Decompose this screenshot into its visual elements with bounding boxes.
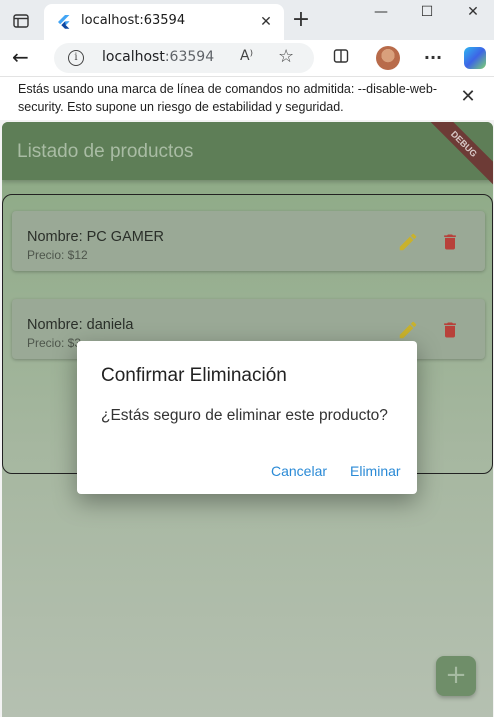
site-info-icon[interactable]: i: [68, 50, 84, 66]
product-price: Precio: $3: [27, 336, 82, 350]
minimize-button[interactable]: —: [366, 4, 396, 24]
tab-actions-icon: [13, 14, 29, 28]
warning-text: Estás usando una marca de línea de coman…: [18, 82, 437, 114]
flutter-favicon-icon: [58, 15, 70, 29]
product-name: Nombre: daniela: [27, 317, 134, 333]
browser-tab[interactable]: localhost:63594 ✕: [44, 4, 284, 40]
address-url: localhost:63594: [102, 49, 215, 65]
tab-strip: localhost:63594 ✕ + — ☐ ✕: [0, 0, 494, 40]
copilot-icon[interactable]: [464, 47, 486, 69]
unsupported-flag-warning: Estás usando una marca de línea de coman…: [0, 76, 494, 120]
confirm-delete-button[interactable]: Eliminar: [350, 463, 401, 479]
address-toolbar: ← i localhost:63594 A⁾ ☆ ···: [0, 40, 494, 76]
tab-title: localhost:63594: [81, 13, 186, 28]
more-options-icon[interactable]: ···: [422, 48, 444, 70]
add-product-button[interactable]: +: [436, 656, 476, 696]
dialog-message: ¿Estás seguro de eliminar este producto?: [101, 407, 388, 424]
product-name: Nombre: PC GAMER: [27, 229, 164, 245]
delete-trash-icon[interactable]: [440, 231, 460, 253]
tab-close-icon[interactable]: ✕: [256, 12, 276, 32]
cancel-button[interactable]: Cancelar: [271, 463, 327, 479]
maximize-button[interactable]: ☐: [412, 4, 442, 24]
edit-pencil-icon[interactable]: [397, 319, 419, 341]
delete-trash-icon[interactable]: [440, 319, 460, 341]
page-title: Listado de productos: [17, 141, 194, 162]
read-aloud-icon[interactable]: A⁾: [240, 48, 253, 64]
tab-actions-button[interactable]: [6, 8, 36, 34]
app-bar: Listado de productos: [2, 122, 493, 180]
confirm-delete-dialog: Confirmar Eliminación ¿Estás seguro de e…: [77, 341, 417, 494]
address-field[interactable]: i localhost:63594 A⁾ ☆: [54, 43, 314, 73]
profile-avatar[interactable]: [376, 46, 400, 70]
window-close-button[interactable]: ✕: [458, 4, 488, 24]
dialog-title: Confirmar Eliminación: [101, 365, 287, 386]
product-price: Precio: $12: [27, 248, 88, 262]
product-card: Nombre: PC GAMER Precio: $12: [12, 211, 485, 271]
warning-close-icon[interactable]: ✕: [458, 87, 478, 107]
favorite-star-icon[interactable]: ☆: [278, 46, 294, 67]
edit-pencil-icon[interactable]: [397, 231, 419, 253]
split-screen-icon[interactable]: [330, 48, 352, 70]
back-arrow-icon[interactable]: ←: [12, 47, 34, 69]
new-tab-button[interactable]: +: [290, 9, 312, 32]
